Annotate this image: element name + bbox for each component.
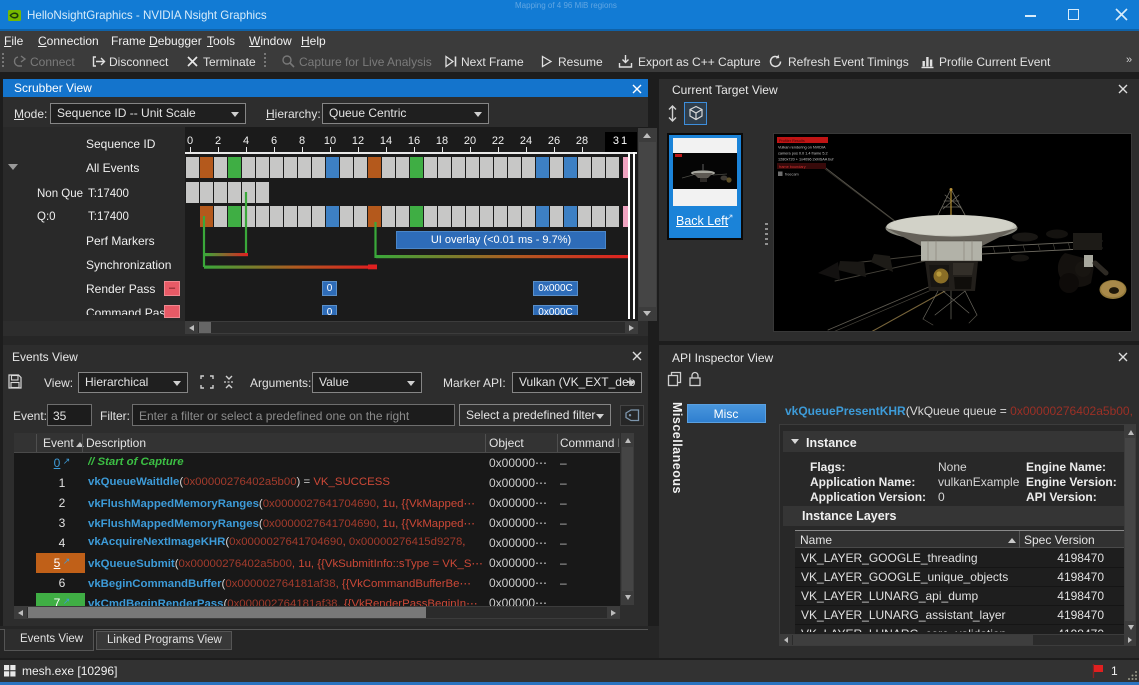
svg-text:Profiler Results: Profiler Results xyxy=(779,139,805,143)
svg-text:frame boundary: frame boundary xyxy=(779,165,806,169)
svg-text:Vulkan rendering on NVIDIA: Vulkan rendering on NVIDIA xyxy=(778,146,826,150)
svg-text:1280x720 + 1x4096 2xMSAA buf: 1280x720 + 1x4096 2xMSAA buf xyxy=(778,158,834,162)
svg-text:freecam: freecam xyxy=(785,173,799,177)
svg-text:camera pos 0.0 1.4 frame 5.2: camera pos 0.0 1.4 frame 5.2 xyxy=(778,152,828,156)
